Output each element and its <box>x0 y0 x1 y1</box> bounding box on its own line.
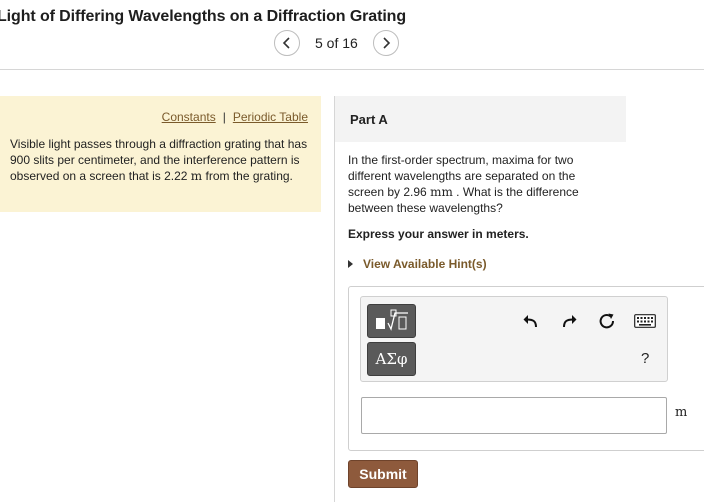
undo-button[interactable] <box>521 311 541 331</box>
problem-text-part2: from the grating. <box>202 169 293 183</box>
redo-icon <box>563 315 577 328</box>
problem-panel: Constants | Periodic Table Visible light… <box>0 96 321 212</box>
question-text: In the first-order spectrum, maxima for … <box>348 152 613 216</box>
math-toolbar: ΑΣφ ? <box>360 296 668 382</box>
hint-label: View Available Hint(s) <box>363 257 487 271</box>
periodic-table-link[interactable]: Periodic Table <box>233 110 308 124</box>
reference-links: Constants | Periodic Table <box>162 110 308 124</box>
reset-icon <box>599 313 615 329</box>
header-divider <box>0 69 704 70</box>
undo-icon <box>523 315 537 328</box>
view-hints-link[interactable]: View Available Hint(s) <box>348 257 487 271</box>
help-icon[interactable]: ? <box>641 350 649 367</box>
previous-button[interactable] <box>274 29 300 56</box>
greek-letters-button[interactable]: ΑΣφ <box>367 342 416 376</box>
part-header: Part A <box>335 96 626 142</box>
answer-instruction: Express your answer in meters. <box>348 227 529 241</box>
pager: 5 of 16 <box>274 29 399 56</box>
constants-link[interactable]: Constants <box>162 110 216 124</box>
problem-unit: m <box>190 169 203 183</box>
question-unit: mm <box>430 185 453 199</box>
answer-unit: m <box>675 405 688 420</box>
caret-right-icon <box>348 260 353 268</box>
keyboard-icon <box>634 314 656 328</box>
chevron-left-icon <box>282 36 290 49</box>
pager-count: 5 of 16 <box>315 34 358 51</box>
answer-input[interactable] <box>361 397 667 434</box>
keyboard-button[interactable] <box>633 313 657 329</box>
page-title: Light of Differing Wavelengths on a Diff… <box>0 8 407 25</box>
chevron-right-icon <box>383 36 390 49</box>
redo-button[interactable] <box>559 311 579 331</box>
part-label: Part A <box>350 112 388 127</box>
submit-button[interactable]: Submit <box>348 460 418 488</box>
templates-icon <box>375 309 408 331</box>
reset-button[interactable] <box>597 311 617 331</box>
problem-text: Visible light passes through a diffracti… <box>10 136 315 184</box>
next-button[interactable] <box>372 29 399 56</box>
templates-button[interactable] <box>367 304 416 338</box>
column-divider <box>334 96 335 502</box>
link-separator: | <box>222 110 226 124</box>
